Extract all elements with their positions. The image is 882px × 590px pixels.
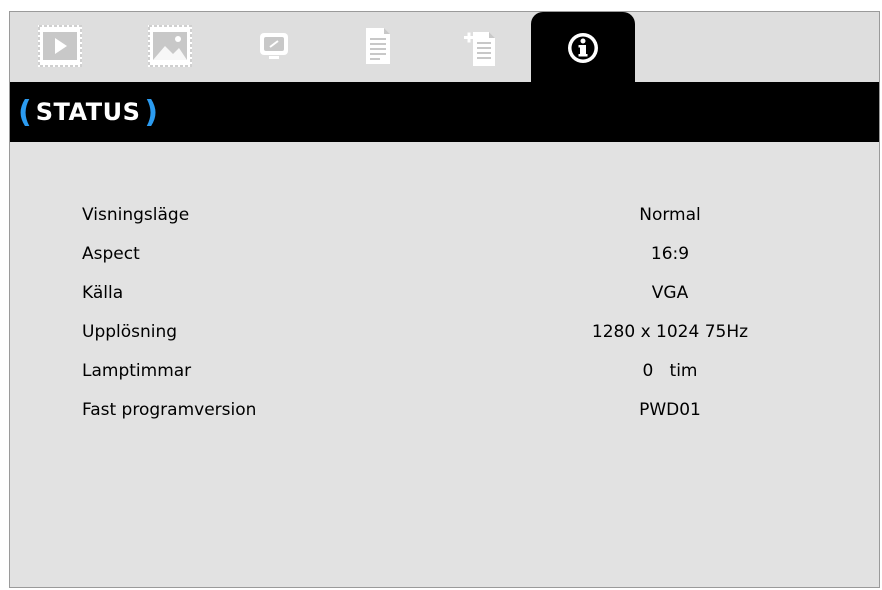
status-row-resolution: Upplösning 1280 x 1024 75Hz [10, 312, 879, 351]
status-label: Aspect [82, 244, 140, 264]
status-label: Fast programversion [82, 400, 257, 420]
status-value: 16:9 [650, 244, 690, 264]
page-title: STATUS [35, 98, 141, 126]
tab-info[interactable] [531, 12, 635, 84]
header-paren-left: ( [18, 94, 32, 130]
tab-document[interactable] [353, 24, 401, 68]
display-icon [260, 33, 288, 59]
status-label: Visningsläge [82, 205, 190, 225]
header-paren-right: ) [144, 94, 159, 130]
tab-document-add[interactable] [456, 24, 504, 68]
picture-icon [148, 25, 192, 67]
status-row-lamp-hours: Lamptimmar 0 tim [10, 351, 879, 390]
section-header: ( STATUS ) [10, 82, 879, 142]
osd-menu: ( STATUS ) Visningsläge Normal Aspect 16… [9, 11, 880, 588]
document-add-icon [464, 32, 495, 66]
tab-display[interactable] [250, 24, 298, 68]
status-list: Visningsläge Normal Aspect 16:9 Källa VG… [10, 195, 879, 429]
status-label: Källa [82, 283, 124, 303]
status-row-firmware: Fast programversion PWD01 [10, 390, 879, 429]
status-row-source: Källa VGA [10, 273, 879, 312]
status-row-display-mode: Visningsläge Normal [10, 195, 879, 234]
status-value: 0 tim [642, 361, 698, 381]
status-row-aspect: Aspect 16:9 [10, 234, 879, 273]
menu-tab-bar [10, 12, 879, 84]
tab-play[interactable] [36, 24, 84, 68]
status-value: Normal [639, 205, 701, 225]
play-icon [38, 25, 82, 67]
status-value: PWD01 [639, 400, 701, 420]
status-value: 1280 x 1024 75Hz [591, 322, 749, 342]
status-label: Lamptimmar [82, 361, 192, 381]
tab-picture[interactable] [146, 24, 194, 68]
info-icon [568, 33, 598, 63]
document-icon [366, 28, 390, 64]
status-label: Upplösning [82, 322, 178, 342]
status-value: VGA [651, 283, 689, 303]
